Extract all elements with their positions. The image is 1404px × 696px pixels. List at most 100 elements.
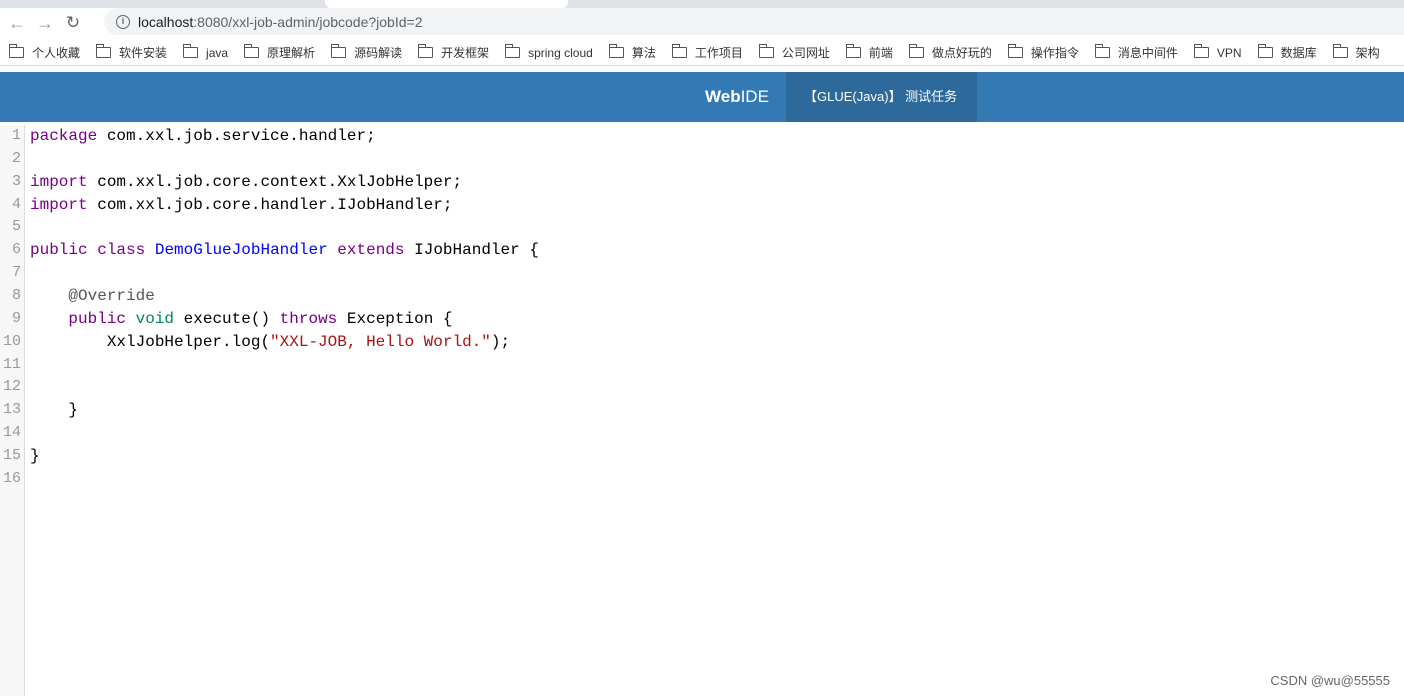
line-number: 12	[2, 378, 21, 396]
url-host: localhost	[138, 13, 194, 30]
code-line[interactable]: 3 import com.xxl.job.core.context.XxlJobH…	[0, 171, 1404, 194]
code-token: com.xxl.job.core.context.XxlJobHelper;	[97, 172, 463, 191]
folder-icon	[244, 44, 260, 58]
line-number: 11	[2, 355, 21, 373]
bookmark-label: 前端	[868, 46, 893, 60]
folder-icon	[331, 44, 347, 58]
line-number: 3	[11, 172, 21, 190]
code-line[interactable]: 13 }	[0, 399, 1404, 422]
bookmark-item[interactable]: 个人收藏	[9, 44, 80, 61]
info-icon[interactable]: i	[116, 14, 130, 29]
bookmark-label: 开发框架	[441, 46, 490, 60]
folder-icon	[758, 44, 774, 58]
folder-icon	[908, 44, 924, 58]
bookmark-item[interactable]: 前端	[845, 44, 893, 61]
code-token: package	[30, 127, 98, 145]
code-token: XxlJobHelper.log(	[30, 332, 271, 351]
active-tab[interactable]	[325, 0, 568, 8]
line-number: 16	[2, 469, 21, 487]
line-number: 8	[11, 287, 21, 305]
code-line[interactable]: 6 public class DemoGlueJobHandler extends…	[0, 239, 1404, 262]
bookmark-label: 工作项目	[694, 46, 743, 60]
bookmark-label: 源码解读	[354, 46, 403, 60]
code-lines[interactable]: 1 package com.xxl.job.service.handler; 2 3 i…	[0, 125, 1404, 491]
folder-icon	[418, 44, 434, 58]
bookmark-label: 原理解析	[267, 46, 316, 60]
reload-icon[interactable]: ↻	[62, 13, 84, 33]
bookmark-item[interactable]: 软件安装	[96, 44, 167, 61]
folder-icon	[608, 44, 624, 58]
brand[interactable]: WebIDE	[705, 72, 769, 122]
bookmark-item[interactable]: 工作项目	[671, 44, 743, 61]
code-line[interactable]: 2	[0, 148, 1404, 171]
code-editor[interactable]: 1 package com.xxl.job.service.handler; 2 3 i…	[0, 125, 1404, 696]
bookmark-item[interactable]: 做点好玩的	[908, 44, 992, 61]
code-token: extends	[337, 241, 405, 260]
folder-icon	[505, 44, 521, 58]
folder-icon	[9, 44, 24, 58]
line-number: 13	[2, 401, 21, 419]
bookmarks-bar: 个人收藏 软件安装 java 原理解析 源码解读 开发框架 spring cloud 算法 工作…	[0, 40, 1404, 66]
code-line[interactable]: 5	[0, 216, 1404, 239]
bookmark-item[interactable]: 架构	[1332, 44, 1380, 61]
folder-icon	[1332, 44, 1348, 58]
folder-icon	[183, 44, 199, 58]
folder-icon	[671, 44, 687, 58]
job-tab[interactable]: 【GLUE(Java)】 测试任务	[786, 72, 977, 122]
bookmark-item[interactable]: 数据库	[1257, 44, 1317, 61]
bookmark-label: 数据库	[1280, 46, 1317, 60]
line-code: package com.xxl.job.service.handler;	[25, 125, 376, 148]
back-icon[interactable]: ←	[6, 13, 28, 34]
bookmark-item[interactable]: 源码解读	[331, 44, 402, 61]
code-line[interactable]: 8 @Override	[0, 285, 1404, 308]
folder-icon	[1257, 44, 1273, 58]
line-number: 1	[11, 127, 21, 144]
tab-strip	[0, 0, 1404, 8]
bookmark-item[interactable]: 消息中间件	[1094, 44, 1178, 61]
code-token: @Override	[30, 287, 155, 306]
code-line[interactable]: 16	[0, 468, 1404, 491]
code-token: class	[97, 241, 146, 260]
line-number: 6	[11, 241, 21, 259]
line-number: 4	[11, 195, 21, 213]
code-token: public	[30, 309, 127, 328]
code-token: IJobHandler {	[414, 241, 539, 260]
bookmark-label: spring cloud	[528, 45, 593, 60]
code-line[interactable]: 7	[0, 262, 1404, 285]
bookmark-item[interactable]: 操作指令	[1007, 44, 1079, 61]
line-number: 15	[2, 447, 21, 465]
bookmark-item[interactable]: VPN	[1193, 44, 1242, 60]
bookmark-item[interactable]: java	[183, 44, 228, 60]
code-token: import	[30, 172, 88, 191]
bookmark-item[interactable]: 算法	[608, 44, 656, 61]
bookmark-label: 公司网址	[781, 46, 830, 60]
code-line[interactable]: 15}	[0, 445, 1404, 468]
bookmark-item[interactable]: 公司网址	[758, 44, 830, 61]
folder-icon	[96, 44, 112, 58]
line-code: XxlJobHelper.log("XXL-JOB, Hello World."…	[25, 331, 510, 354]
code-line[interactable]: 1 package com.xxl.job.service.handler;	[0, 125, 1404, 148]
bookmark-item[interactable]: 原理解析	[244, 44, 315, 61]
code-line[interactable]: 11	[0, 354, 1404, 377]
code-line[interactable]: 9 public void execute() throws Exception…	[0, 308, 1404, 331]
bookmark-label: 做点好玩的	[931, 46, 992, 60]
code-line[interactable]: 4 import com.xxl.job.core.handler.IJobHan…	[0, 194, 1404, 217]
bookmark-item[interactable]: spring cloud	[505, 44, 593, 60]
address-bar[interactable]: i localhost:8080/xxl-job-admin/jobcode?j…	[104, 8, 1404, 35]
code-line[interactable]: 12	[0, 376, 1404, 399]
bookmark-label: VPN	[1216, 45, 1242, 60]
bookmark-label: 软件安装	[119, 46, 168, 60]
code-line[interactable]: 10 XxlJobHelper.log("XXL-JOB, Hello Worl…	[0, 331, 1404, 354]
line-number: 9	[11, 309, 21, 327]
line-number: 7	[11, 264, 21, 282]
code-token: "XXL-JOB, Hello World."	[270, 332, 491, 351]
bookmark-item[interactable]: 开发框架	[418, 44, 489, 61]
bookmark-label: 操作指令	[1030, 46, 1079, 60]
forward-icon[interactable]: →	[34, 13, 56, 34]
code-line[interactable]: 14	[0, 422, 1404, 445]
code-token: execute()	[183, 309, 271, 328]
code-token: void	[135, 309, 175, 328]
